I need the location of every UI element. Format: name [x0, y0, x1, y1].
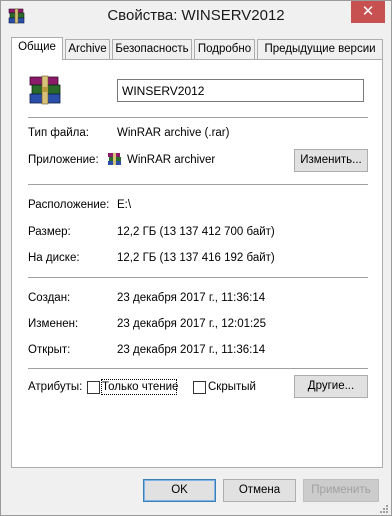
- opened-label: Открыт:: [28, 344, 71, 356]
- readonly-checkbox[interactable]: [87, 381, 100, 394]
- change-app-button[interactable]: Изменить...: [294, 149, 368, 172]
- tab-archive[interactable]: Archive: [65, 39, 110, 59]
- location-label: Расположение:: [28, 199, 110, 211]
- modified-value: 23 декабря 2017 г., 12:01:25: [117, 318, 266, 330]
- file-type-value: WinRAR archive (.rar): [117, 127, 230, 139]
- divider: [28, 368, 368, 369]
- tab-previous-versions[interactable]: Предыдущие версии: [257, 39, 383, 59]
- tab-general[interactable]: Общие: [11, 37, 63, 60]
- advanced-attributes-button[interactable]: Другие...: [294, 375, 368, 398]
- tab-strip: Общие Archive Безопасность Подробно Пред…: [11, 37, 383, 60]
- general-tab-panel: Тип файла: WinRAR archive (.rar) Приложе…: [11, 59, 383, 468]
- modified-label: Изменен:: [28, 318, 79, 330]
- apply-button[interactable]: Применить: [303, 479, 379, 502]
- divider: [28, 117, 368, 118]
- cancel-button[interactable]: Отмена: [223, 479, 296, 502]
- size-label: Размер:: [28, 226, 71, 238]
- created-value: 23 декабря 2017 г., 11:36:14: [117, 292, 266, 304]
- ok-button[interactable]: OK: [143, 479, 216, 502]
- window-title: Свойства: WINSERV2012: [107, 7, 285, 24]
- winrar-archive-icon: [29, 75, 61, 105]
- disk-size-value: 12,2 ГБ (13 137 416 192 байт): [117, 252, 275, 264]
- file-type-label: Тип файла:: [28, 127, 89, 139]
- readonly-label[interactable]: Только чтение: [102, 381, 178, 393]
- opened-value: 23 декабря 2017 г., 11:36:14: [117, 344, 266, 356]
- file-name-input[interactable]: [117, 79, 364, 102]
- title-bar[interactable]: Свойства: WINSERV2012 ✕: [1, 1, 391, 32]
- disk-size-label: На диске:: [28, 252, 80, 264]
- close-button[interactable]: ✕: [351, 1, 385, 23]
- close-icon: ✕: [361, 3, 375, 20]
- size-value: 12,2 ГБ (13 137 412 700 байт): [117, 226, 275, 238]
- divider: [28, 277, 368, 278]
- tab-details[interactable]: Подробно: [194, 39, 255, 59]
- attributes-label: Атрибуты:: [28, 381, 83, 393]
- resize-grip-icon[interactable]: [377, 502, 389, 514]
- app-value: WinRAR archiver: [127, 154, 216, 166]
- properties-dialog: Свойства: WINSERV2012 ✕ Общие Archive Бе…: [0, 0, 392, 516]
- created-label: Создан:: [28, 292, 71, 304]
- divider: [28, 184, 368, 185]
- tab-security[interactable]: Безопасность: [112, 39, 192, 59]
- hidden-label[interactable]: Скрытый: [208, 381, 256, 393]
- hidden-checkbox[interactable]: [193, 381, 206, 394]
- winrar-books-icon: [108, 153, 121, 165]
- app-label: Приложение:: [28, 154, 99, 166]
- location-value: E:\: [117, 199, 132, 211]
